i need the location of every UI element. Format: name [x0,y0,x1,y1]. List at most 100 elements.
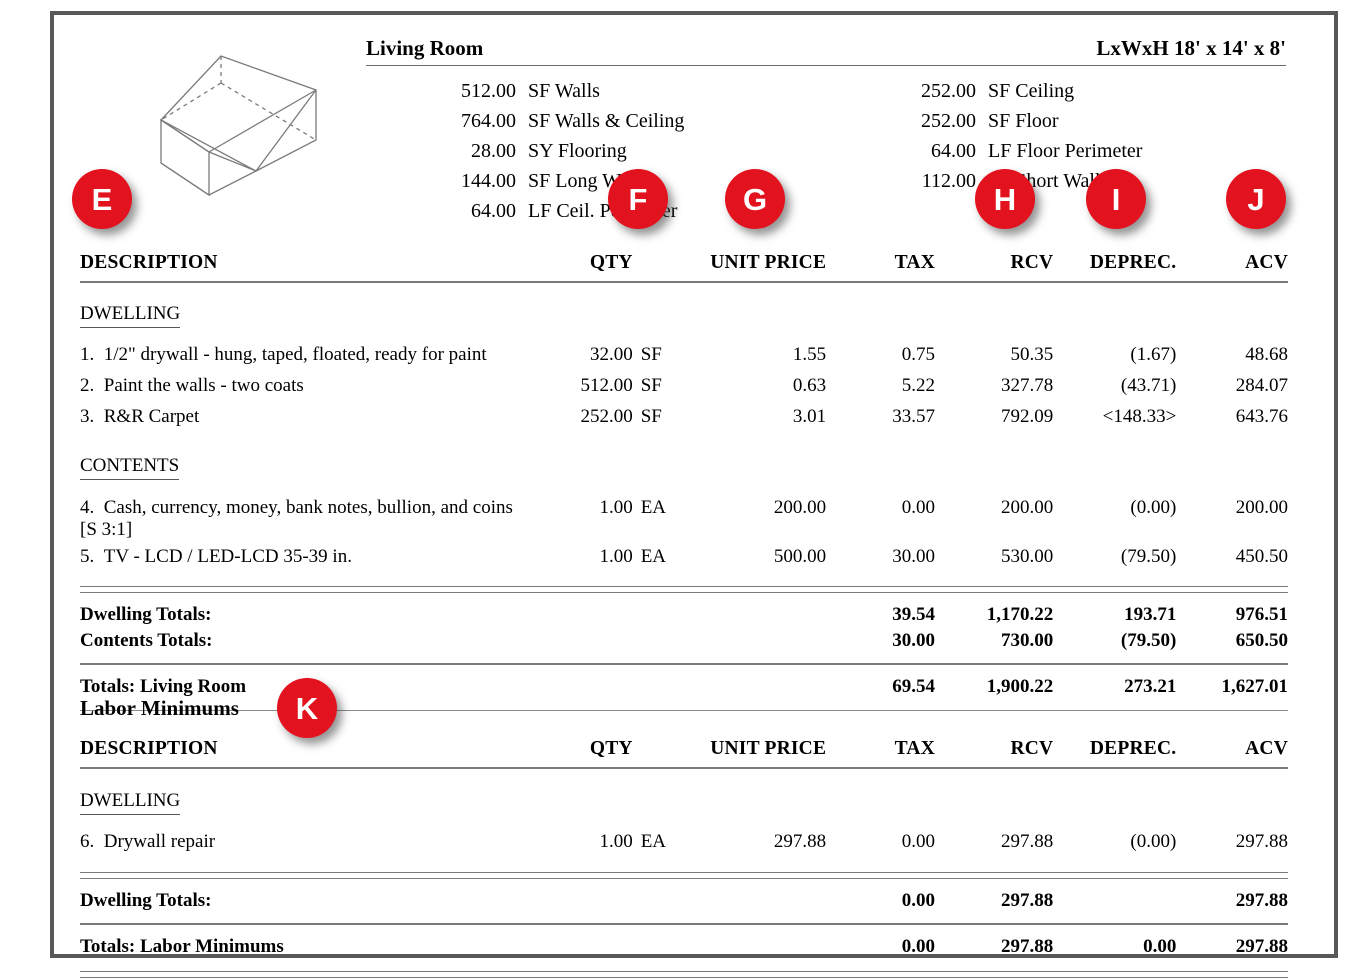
column-header-qty: QTY [589,738,633,759]
header-rule [80,767,1288,769]
table-row: 2. Paint the walls - two coats 512.00 SF… [80,375,1288,397]
measure-label: SF Walls [528,80,600,102]
measurement-row: 764.00 SF Walls & Ceiling 252.00 SF Floor [366,110,1286,140]
line-number: 6. [80,831,95,852]
measure-value: 764.00 [461,110,516,132]
subtotal-rcv: 297.88 [1001,890,1054,911]
totals-divider [80,586,1288,593]
subtotal-acv: 650.50 [1235,630,1288,651]
column-header-rcv: RCV [1010,252,1054,273]
line-description: 1/2" drywall - hung, taped, floated, rea… [103,344,487,365]
table-header-row: DESCRIPTION QTY UNIT PRICE TAX RCV DEPRE… [80,738,1288,760]
measure-label: LF Floor Perimeter [988,140,1143,162]
subtotal-row-dwelling: Dwelling Totals: 0.00 297.88 297.88 [80,890,1288,912]
grand-total-deprec: 0.00 [1143,936,1177,957]
group-dwelling: DWELLING [80,303,1288,328]
cell-unit: SF [640,406,662,427]
subtotal-label: Contents Totals: [80,630,213,651]
cell-tax: 0.75 [901,344,935,365]
subtotal-deprec: 193.71 [1124,604,1177,625]
column-header-rcv: RCV [1010,738,1054,759]
cell-unit-price: 0.63 [792,375,827,396]
cell-deprec: (0.00) [1130,831,1177,852]
group-dwelling: DWELLING [80,790,1288,815]
callout-badge-f[interactable]: F [608,169,668,229]
measurement-row: 144.00 SF Long Wall 112.00 SF Short Wall [366,170,1286,200]
grand-total-divider [80,663,1288,665]
measure-value: 512.00 [461,80,516,102]
column-header-acv: ACV [1245,738,1288,759]
cell-unit: SF [640,375,662,396]
callout-badge-g[interactable]: G [725,169,785,229]
measurement-row: 64.00 LF Ceil. Perimeter [366,200,1286,230]
cell-acv: 200.00 [1235,497,1288,518]
column-header-unit-price: UNIT PRICE [710,738,827,759]
callout-badge-j[interactable]: J [1226,169,1286,229]
measure-value: 28.00 [471,140,516,162]
group-contents: CONTENTS [80,455,1288,480]
group-title: DWELLING [80,303,181,328]
cell-unit-price: 3.01 [792,406,827,427]
measure-label: SF Walls & Ceiling [528,110,685,132]
subtotal-label: Dwelling Totals: [80,604,212,625]
totals-divider [80,872,1288,879]
measure-value: 252.00 [921,110,976,132]
line-description-second-line: [S 3:1] [80,519,133,540]
cell-unit-price: 297.88 [773,831,827,852]
table-row: 6. Drywall repair 1.00 EA 297.88 0.00 29… [80,831,1288,853]
cell-tax: 0.00 [901,831,935,852]
room-name: Living Room [366,36,484,60]
labor-minimums-title: Labor Minimums [80,696,239,720]
cell-acv: 643.76 [1235,406,1288,427]
cell-tax: 30.00 [892,546,935,567]
column-header-qty: QTY [589,252,633,273]
subtotal-label: Dwelling Totals: [80,890,212,911]
cell-unit: EA [640,497,667,518]
measure-value: 144.00 [461,170,516,192]
line-description: Paint the walls - two coats [103,375,304,396]
subtotal-row-contents: Contents Totals: 30.00 730.00 (79.50) 65… [80,630,1288,652]
callout-badge-i[interactable]: I [1086,169,1146,229]
measurement-row: 28.00 SY Flooring 64.00 LF Floor Perimeter [366,140,1286,170]
line-number: 3. [80,406,95,427]
callout-badge-e[interactable]: E [72,169,132,229]
subtotal-acv: 297.88 [1235,890,1288,911]
table-header-row: DESCRIPTION QTY UNIT PRICE TAX RCV DEPRE… [80,252,1288,274]
cell-qty: 252.00 [580,406,633,427]
cell-qty: 1.00 [599,546,633,567]
section-end-divider [80,971,1288,978]
subtotal-tax: 0.00 [901,890,935,911]
measure-label: SF Floor [988,110,1059,132]
measure-value: 252.00 [921,80,976,102]
subtotal-row-dwelling: Dwelling Totals: 39.54 1,170.22 193.71 9… [80,604,1288,626]
column-header-unit [633,738,685,760]
group-title: CONTENTS [80,455,180,480]
line-description: Drywall repair [103,831,216,852]
cell-rcv: 792.09 [1001,406,1054,427]
callout-badge-h[interactable]: H [975,169,1035,229]
cell-deprec: (79.50) [1120,546,1177,567]
grand-total-tax: 0.00 [901,936,935,957]
cell-deprec: <148.33> [1102,406,1177,427]
column-header-unit [633,252,685,274]
grand-total-acv: 297.88 [1235,936,1288,957]
grand-total-row: Totals: Labor Minimums 0.00 297.88 0.00 … [80,936,1288,958]
table-row: 3. R&R Carpet 252.00 SF 3.01 33.57 792.0… [80,406,1288,428]
line-description: TV - LCD / LED-LCD 35-39 in. [103,546,352,567]
cell-rcv: 297.88 [1001,831,1054,852]
subtotal-tax: 39.54 [892,604,935,625]
room-isometric-diagram [138,28,338,203]
group-title: DWELLING [80,790,181,815]
line-number: 1. [80,344,95,365]
cell-acv: 284.07 [1235,375,1288,396]
table-row: 1. 1/2" drywall - hung, taped, floated, … [80,344,1288,366]
measure-label: SF Ceiling [988,80,1075,102]
subtotal-tax: 30.00 [892,630,935,651]
cell-acv: 450.50 [1235,546,1288,567]
cell-unit-price: 500.00 [773,546,827,567]
measure-value: 64.00 [471,200,516,222]
line-number: 4. [80,497,95,518]
cell-rcv: 50.35 [1010,344,1054,365]
cell-unit: EA [640,831,667,852]
callout-badge-k[interactable]: K [277,678,337,738]
